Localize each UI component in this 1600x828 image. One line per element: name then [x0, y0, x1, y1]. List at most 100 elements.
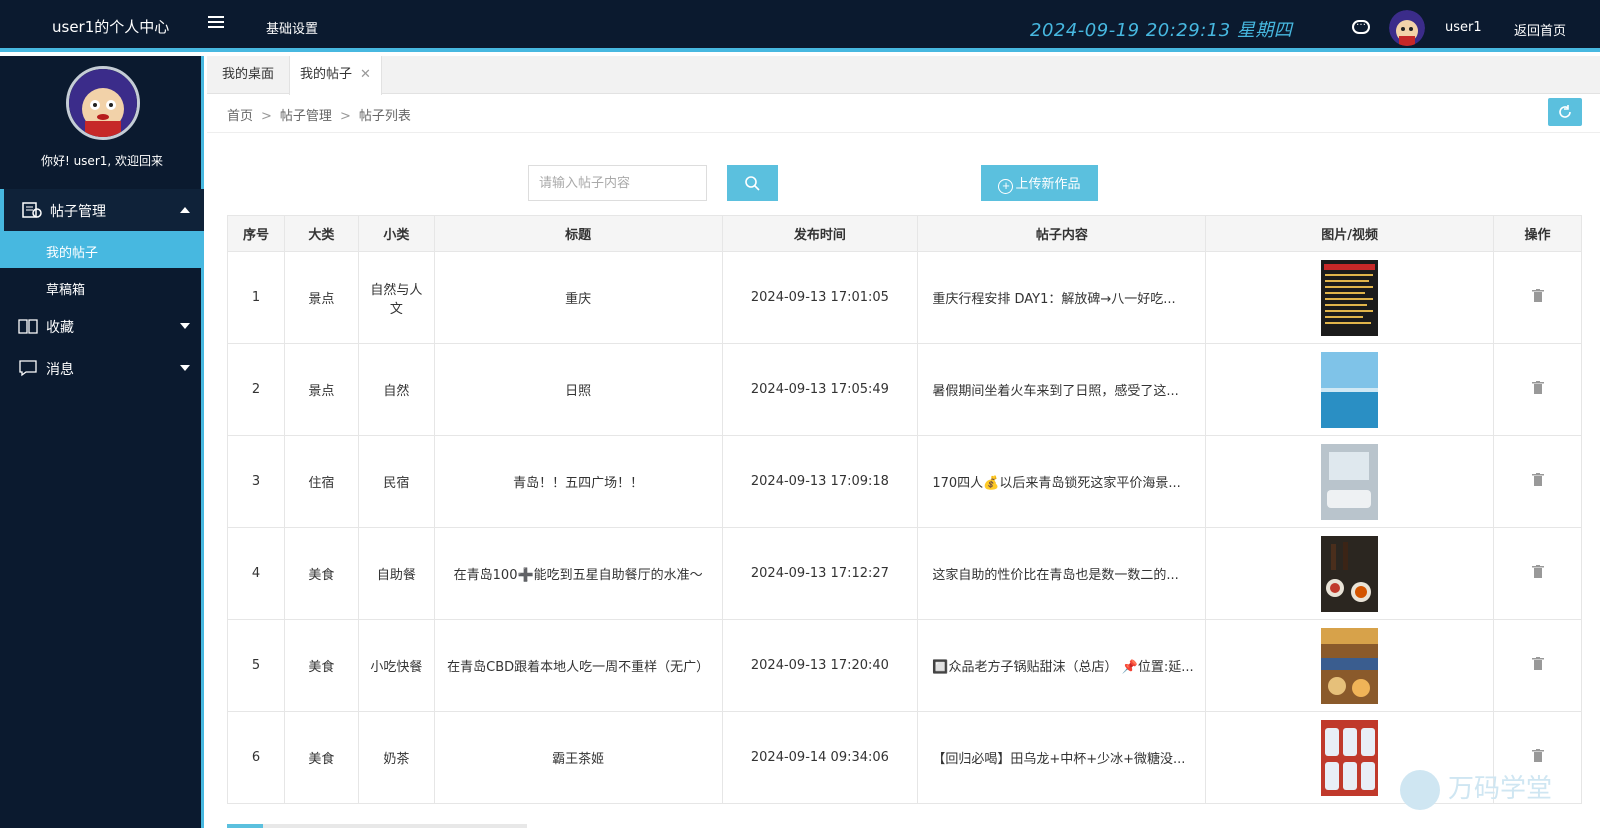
cell-no: 4 — [227, 527, 285, 620]
cell-category: 景点 — [283, 343, 359, 436]
cell-no: 1 — [227, 251, 285, 344]
cell-time: 2024-09-13 17:20:40 — [721, 619, 919, 712]
cell-category: 美食 — [283, 619, 359, 712]
message-icon — [19, 360, 37, 377]
cell-time: 2024-09-14 09:34:06 — [721, 711, 919, 804]
cell-title: 重庆 — [433, 251, 723, 344]
nav-basic-settings[interactable]: 基础设置 — [266, 18, 318, 37]
search-button[interactable] — [727, 165, 778, 201]
cell-media — [1205, 343, 1495, 436]
header-username[interactable]: user1 — [1445, 20, 1482, 35]
sidebar-item-drafts[interactable]: 草稿箱 — [0, 268, 204, 305]
book-icon — [18, 319, 38, 334]
refresh-button[interactable] — [1548, 98, 1582, 126]
trash-icon[interactable] — [1531, 289, 1544, 302]
sidebar-menu: 帖子管理 我的帖子 草稿箱 收藏 消息 — [0, 189, 204, 389]
cell-media — [1205, 435, 1495, 528]
datetime-display: 2024-09-19 20:29:13 星期四 — [1030, 20, 1293, 41]
cell-subcategory: 自然 — [357, 343, 435, 436]
sidebar-group-label: 帖子管理 — [50, 204, 106, 220]
cell-category: 美食 — [283, 711, 359, 804]
post-thumbnail[interactable] — [1321, 351, 1379, 428]
post-thumbnail[interactable] — [1321, 719, 1379, 796]
table-row: 3 住宿 民宿 青岛！！五四广场！！ 2024-09-13 17:09:18 1… — [227, 435, 1582, 528]
menu-toggle-icon[interactable] — [208, 16, 224, 30]
table-header-row: 序号 大类 小类 标题 发布时间 帖子内容 图片/视频 操作 — [227, 215, 1582, 252]
trash-icon[interactable] — [1531, 657, 1544, 670]
post-thumbnail[interactable] — [1321, 259, 1379, 336]
cell-no: 3 — [227, 435, 285, 528]
cell-time: 2024-09-13 17:01:05 — [721, 251, 919, 344]
trash-icon[interactable] — [1531, 565, 1544, 578]
cell-category: 住宿 — [283, 435, 359, 528]
sidebar: 你好! user1, 欢迎回来 帖子管理 我的帖子 草稿箱 收藏 消息 — [0, 56, 204, 828]
th-media: 图片/视频 — [1205, 215, 1495, 252]
sidebar-group-messages[interactable]: 消息 — [0, 347, 204, 389]
caret-down-icon — [180, 365, 190, 371]
cell-category: 景点 — [283, 251, 359, 344]
cell-title: 在青岛100➕能吃到五星自助餐厅的水准～ — [433, 527, 723, 620]
chat-icon[interactable] — [1352, 17, 1370, 34]
cell-actions — [1493, 619, 1582, 712]
post-thumbnail[interactable] — [1321, 443, 1379, 520]
cell-time: 2024-09-13 17:09:18 — [721, 435, 919, 528]
cell-subcategory: 民宿 — [357, 435, 435, 528]
table-row: 1 景点 自然与人文 重庆 2024-09-13 17:01:05 重庆行程安排… — [227, 251, 1582, 344]
top-header: user1的个人中心 基础设置 2024-09-19 20:29:13 星期四 … — [0, 0, 1600, 52]
watermark: 万码学堂 — [1400, 768, 1552, 810]
back-home-link[interactable]: 返回首页 — [1514, 20, 1566, 39]
tab-my-posts[interactable]: 我的帖子 ✕ — [289, 56, 382, 95]
search-input[interactable] — [528, 165, 707, 201]
table-row: 6 美食 奶茶 霸王茶姬 2024-09-14 09:34:06 【回归必喝】田… — [227, 711, 1582, 804]
breadcrumb: 首页 > 帖子管理 > 帖子列表 — [227, 109, 411, 124]
cell-content: 170四人💰以后来青岛锁死这家平价海景... — [917, 435, 1207, 528]
cell-subcategory: 自然与人文 — [357, 251, 435, 344]
cell-title: 在青岛CBD跟着本地人吃一周不重样（无广） — [433, 619, 723, 712]
table-row: 4 美食 自助餐 在青岛100➕能吃到五星自助餐厅的水准～ 2024-09-13… — [227, 527, 1582, 620]
post-thumbnail[interactable] — [1321, 535, 1379, 612]
watermark-logo-icon — [1400, 769, 1440, 810]
cell-category: 美食 — [283, 527, 359, 620]
cell-actions — [1493, 435, 1582, 528]
th-actions: 操作 — [1493, 215, 1582, 252]
cell-subcategory: 奶茶 — [357, 711, 435, 804]
refresh-icon — [1559, 105, 1571, 118]
cell-media — [1205, 619, 1495, 712]
trash-icon[interactable] — [1531, 473, 1544, 486]
breadcrumb-posts[interactable]: 帖子管理 — [280, 109, 332, 124]
sidebar-group-favorites[interactable]: 收藏 — [0, 305, 204, 347]
sidebar-group-label: 消息 — [46, 362, 74, 378]
header-avatar[interactable] — [1389, 10, 1425, 46]
cell-time: 2024-09-13 17:12:27 — [721, 527, 919, 620]
cell-actions — [1493, 251, 1582, 344]
trash-icon[interactable] — [1531, 749, 1544, 762]
sidebar-item-my-posts[interactable]: 我的帖子 — [0, 231, 204, 268]
pagination-strip — [227, 824, 527, 828]
th-category: 大类 — [283, 215, 359, 252]
caret-down-icon — [180, 323, 190, 329]
search-icon — [745, 176, 760, 191]
caret-up-icon — [180, 207, 190, 213]
posts-table: 序号 大类 小类 标题 发布时间 帖子内容 图片/视频 操作 1 景点 自然与人… — [227, 215, 1582, 804]
app-title: user1的个人中心 — [52, 18, 170, 36]
th-title: 标题 — [433, 215, 723, 252]
cell-time: 2024-09-13 17:05:49 — [721, 343, 919, 436]
breadcrumb-home[interactable]: 首页 — [227, 109, 253, 124]
cell-content: 重庆行程安排 DAY1：解放碑→八一好吃... — [917, 251, 1207, 344]
cell-actions — [1493, 343, 1582, 436]
trash-icon[interactable] — [1531, 381, 1544, 394]
tab-bar: 我的桌面 我的帖子 ✕ — [207, 56, 1600, 95]
th-time: 发布时间 — [721, 215, 919, 252]
upload-button[interactable]: + 上传新作品 — [981, 165, 1098, 201]
sidebar-group-posts[interactable]: 帖子管理 — [0, 189, 204, 231]
plus-circle-icon: + — [998, 178, 1014, 194]
divider — [207, 132, 1600, 133]
tab-desktop[interactable]: 我的桌面 — [212, 56, 284, 94]
cell-content: 【回归必喝】田乌龙+中杯+少冰+微糖没... — [917, 711, 1207, 804]
th-subcategory: 小类 — [357, 215, 435, 252]
post-thumbnail[interactable] — [1321, 627, 1379, 704]
breadcrumb-list: 帖子列表 — [358, 109, 411, 124]
close-icon[interactable]: ✕ — [360, 56, 371, 94]
th-no: 序号 — [227, 215, 285, 252]
cell-media — [1205, 251, 1495, 344]
